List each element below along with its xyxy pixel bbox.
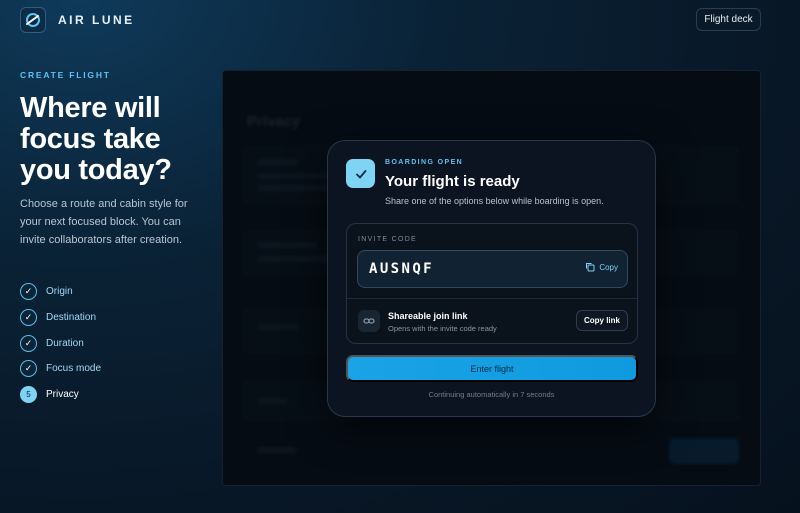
step-privacy[interactable]: 5 Privacy xyxy=(20,382,101,408)
invite-code-label: INVITE CODE xyxy=(358,236,418,243)
auto-continue-note: Continuing automatically in 7 seconds xyxy=(428,390,555,399)
copy-code-label: Copy xyxy=(599,262,618,272)
link-icon xyxy=(358,310,380,332)
invite-code-field[interactable]: AUSNQF Copy xyxy=(357,250,628,288)
join-link-subtitle: Opens with the invite code ready xyxy=(388,324,497,333)
logo-icon xyxy=(20,7,46,33)
copy-icon xyxy=(586,263,595,272)
step-origin[interactable]: ✓ Origin xyxy=(20,279,101,305)
invite-card: INVITE CODE AUSNQF Copy Shareable join l… xyxy=(346,223,638,344)
brand-name: AIR LUNE xyxy=(58,13,135,27)
join-link-title: Shareable join link xyxy=(388,311,468,321)
section-eyebrow: CREATE FLIGHT xyxy=(20,70,111,80)
step-label: Destination xyxy=(46,312,97,324)
dialog-subtitle: Share one of the options below while boa… xyxy=(385,196,604,206)
divider xyxy=(347,298,637,299)
step-label: Duration xyxy=(46,337,84,349)
page-title: Where will focus take you today? xyxy=(20,92,172,186)
flight-deck-button[interactable]: Flight deck xyxy=(696,8,761,31)
step-check-icon: ✓ xyxy=(20,309,37,327)
step-label: Privacy xyxy=(46,389,79,401)
step-number: 5 xyxy=(20,386,37,404)
page-subtitle: Choose a route and cabin style for your … xyxy=(20,198,188,246)
dialog-eyebrow: BOARDING OPEN xyxy=(385,159,464,166)
step-label: Origin xyxy=(46,286,73,298)
intro-panel: CREATE FLIGHT Where will focus take you … xyxy=(20,70,200,249)
brand-logo[interactable]: AIR LUNE xyxy=(20,7,135,33)
invite-code-value: AUSNQF xyxy=(369,261,434,277)
step-check-icon: ✓ xyxy=(20,283,37,301)
step-destination[interactable]: ✓ Destination xyxy=(20,305,101,331)
step-focus-mode[interactable]: ✓ Focus mode xyxy=(20,356,101,382)
step-label: Focus mode xyxy=(46,363,102,375)
step-check-icon: ✓ xyxy=(20,334,37,352)
step-check-icon: ✓ xyxy=(20,360,37,378)
enter-flight-button[interactable]: Enter flight xyxy=(346,355,638,382)
copy-link-button[interactable]: Copy link xyxy=(576,310,628,331)
flight-ready-dialog: BOARDING OPEN Your flight is ready Share… xyxy=(327,140,656,417)
copy-code-button[interactable]: Copy xyxy=(585,262,618,272)
check-icon xyxy=(346,159,375,188)
step-list: ✓ Origin ✓ Destination ✓ Duration ✓ Focu… xyxy=(20,279,101,407)
dialog-title: Your flight is ready xyxy=(385,173,520,190)
step-duration[interactable]: ✓ Duration xyxy=(20,330,101,356)
